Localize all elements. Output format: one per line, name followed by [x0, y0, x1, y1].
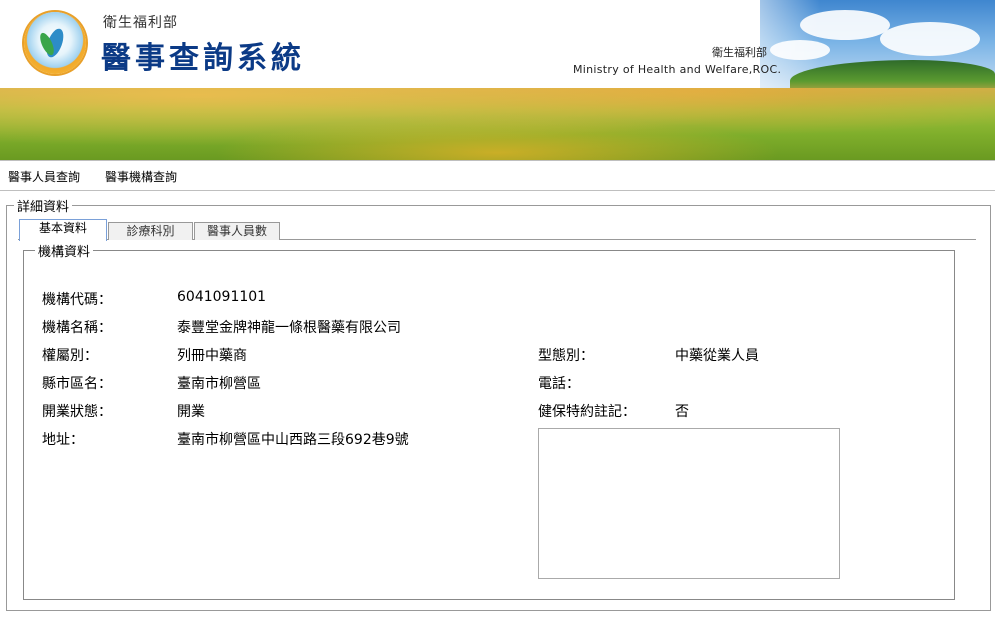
city-value: 臺南市柳營區	[177, 376, 261, 392]
header-banner: 衛生福利部 醫事查詢系統 衛生福利部 Ministry of Health an…	[0, 0, 995, 160]
header-fade	[560, 0, 820, 95]
status-value: 開業	[177, 404, 205, 420]
code-label: 機構代碼：	[42, 292, 112, 308]
nav-item-institution-query[interactable]: 醫事機構查詢	[105, 168, 177, 185]
nav-item-personnel-query[interactable]: 醫事人員查詢	[8, 168, 80, 185]
notes-textarea[interactable]	[538, 428, 840, 579]
city-label: 縣市區名：	[42, 376, 112, 392]
ministry-logo-icon[interactable]	[24, 12, 86, 74]
detail-legend: 詳細資料	[14, 196, 73, 215]
tab-staff-count[interactable]: 醫事人員數	[194, 222, 280, 240]
ministry-name-en: Ministry of Health and Welfare,ROC.	[573, 63, 782, 76]
tab-basic-info[interactable]: 基本資料	[19, 219, 107, 241]
insurance-label: 健保特約註記：	[538, 404, 636, 420]
code-value: 6041091101	[177, 289, 267, 305]
address-label: 地址：	[42, 432, 84, 448]
top-nav: 醫事人員查詢 醫事機構查詢	[0, 160, 995, 191]
type-value: 中藥從業人員	[675, 348, 759, 364]
phone-label: 電話：	[538, 376, 580, 392]
insurance-value: 否	[675, 404, 689, 420]
name-label: 機構名稱：	[42, 320, 112, 336]
org-name-small: 衛生福利部	[103, 15, 178, 31]
type-label: 型態別：	[538, 348, 594, 364]
flower-field-image	[0, 88, 995, 160]
name-value: 泰豐堂金牌神龍一條根醫藥有限公司	[177, 320, 401, 336]
address-value: 臺南市柳營區中山西路三段692巷9號	[177, 432, 409, 448]
tab-departments[interactable]: 診療科別	[108, 222, 193, 240]
ownership-label: 權屬別：	[42, 348, 98, 364]
status-label: 開業狀態：	[42, 404, 112, 420]
system-title: 醫事查詢系統	[101, 41, 305, 76]
institution-legend: 機構資料	[35, 241, 94, 260]
ownership-value: 列冊中藥商	[177, 348, 247, 364]
ministry-name-zh: 衛生福利部	[712, 46, 767, 59]
